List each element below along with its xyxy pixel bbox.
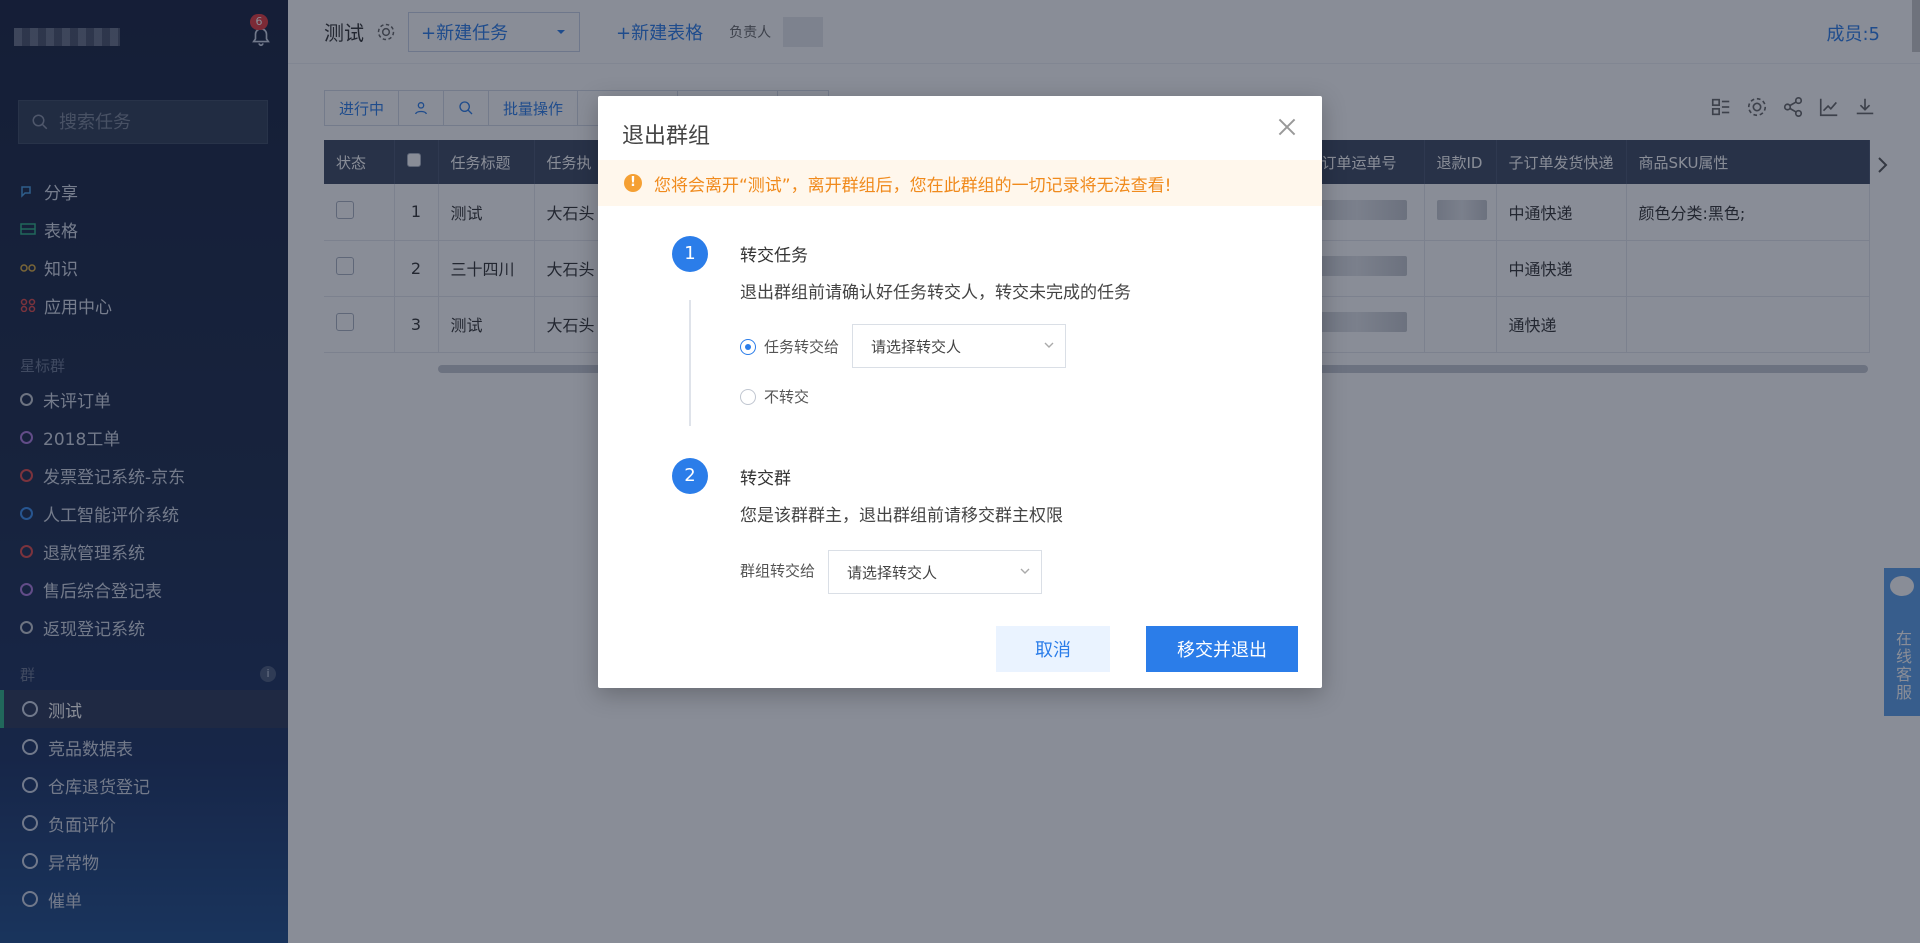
- group-transfer-label: 群组转交给: [740, 562, 816, 580]
- no-transfer-radio-label: 不转交: [764, 388, 810, 406]
- step-connector: [689, 300, 691, 426]
- chevron-down-icon: [1044, 342, 1054, 348]
- close-icon[interactable]: [1274, 114, 1300, 140]
- group-owner-select[interactable]: 请选择转交人: [828, 550, 1042, 594]
- transfer-and-exit-button[interactable]: 移交并退出: [1146, 626, 1298, 672]
- step-2-badge: 2: [672, 458, 708, 494]
- dialog-title: 退出群组: [622, 124, 711, 149]
- select-placeholder: 请选择转交人: [871, 337, 962, 356]
- step-2-title: 转交群: [740, 469, 791, 489]
- select-placeholder: 请选择转交人: [847, 563, 938, 582]
- chevron-down-icon: [1020, 568, 1030, 574]
- step-1-title: 转交任务: [740, 246, 808, 266]
- step-1-badge: 1: [672, 236, 708, 272]
- step-1-description: 退出群组前请确认好任务转交人，转交未完成的任务: [740, 283, 1131, 303]
- warning-banner: ! 您将会离开“测试”，离开群组后，您在此群组的一切记录将无法查看!: [598, 160, 1322, 206]
- transfer-radio-label: 任务转交给: [764, 338, 840, 356]
- no-transfer-radio[interactable]: [740, 388, 756, 405]
- warning-icon: !: [624, 174, 642, 192]
- transfer-radio[interactable]: [740, 338, 756, 355]
- transfer-task-option[interactable]: 任务转交给: [740, 336, 839, 357]
- exit-group-dialog: 退出群组 ! 您将会离开“测试”，离开群组后，您在此群组的一切记录将无法查看! …: [598, 96, 1322, 688]
- cancel-button[interactable]: 取消: [996, 626, 1110, 672]
- warning-text: 您将会离开“测试”，离开群组后，您在此群组的一切记录将无法查看!: [654, 175, 1172, 196]
- task-assignee-select[interactable]: 请选择转交人: [852, 324, 1066, 368]
- step-2-description: 您是该群群主，退出群组前请移交群主权限: [740, 506, 1063, 526]
- no-transfer-option[interactable]: 不转交: [740, 386, 809, 407]
